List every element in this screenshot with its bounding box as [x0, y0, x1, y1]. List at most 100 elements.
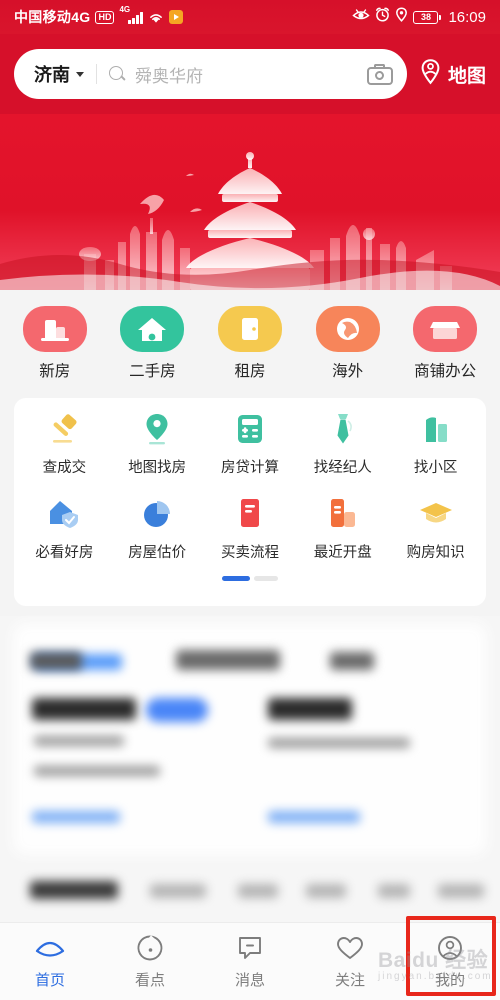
quick-menu-label: 房屋估价 — [128, 545, 187, 561]
phone-screen: 中国移动4G HD 4G 38 16:09 济南 舜奥华府 地图 新房 二手房 … — [0, 0, 500, 1000]
map-pin-icon — [138, 410, 176, 448]
feed-blur-block — [176, 650, 280, 670]
tab-label: 消息 — [234, 972, 265, 989]
status-bar-right: 38 16:09 — [352, 7, 486, 27]
community-buildings-icon — [417, 410, 455, 448]
overseas-globe-icon — [315, 306, 380, 352]
quick-menu-item-find-community[interactable]: 找小区 — [391, 410, 481, 477]
search-bar[interactable]: 济南 舜奥华府 — [14, 49, 407, 99]
quick-menu-item-find-agent[interactable]: 找经纪人 — [298, 410, 388, 477]
necktie-agent-icon — [324, 410, 362, 448]
category-new-house[interactable]: 新房 — [9, 306, 101, 381]
feed-blur-block — [268, 811, 360, 823]
pager-dot-active[interactable] — [222, 576, 250, 581]
quick-menu-item-house-valuation[interactable]: 房屋估价 — [112, 495, 202, 562]
tab-home[interactable]: 首页 — [0, 933, 100, 990]
pager-dot-inactive[interactable] — [254, 576, 278, 581]
tab-message[interactable]: 消息 — [200, 933, 300, 990]
tab-label: 我的 — [434, 972, 465, 989]
quick-menu-label: 地图找房 — [128, 460, 187, 476]
profile-icon — [435, 933, 465, 963]
wifi-icon — [148, 11, 164, 24]
divider — [96, 64, 97, 84]
rent-house-icon — [217, 306, 282, 352]
quick-menu-row-2: 必看好房 房屋估价 买卖流程 最近开盘 购房知识 — [18, 495, 482, 562]
second-hand-house-icon — [120, 306, 185, 352]
battery-indicator: 38 — [413, 10, 442, 24]
category-row: 新房 二手房 租房 海外 商铺办公 — [0, 296, 500, 390]
map-button[interactable]: 地图 — [417, 58, 486, 90]
tab-profile[interactable]: 我的 — [400, 933, 500, 990]
signal-bars-icon: 4G — [119, 5, 143, 24]
shop-office-icon — [413, 306, 478, 352]
temple-of-heaven-skyline-banner[interactable] — [0, 114, 500, 290]
bar-chart-icon — [324, 495, 362, 533]
category-shop-office[interactable]: 商铺办公 — [399, 306, 491, 381]
quick-menu-item-must-see-house[interactable]: 必看好房 — [19, 495, 109, 562]
discover-icon — [135, 933, 165, 963]
feed-blur-block — [378, 884, 410, 898]
feed-content-blurred[interactable] — [0, 616, 500, 922]
quick-menu-card: 查成交 地图找房 房贷计算 找经纪人 找小区 必看好房 房屋估价 买卖流程 最近… — [14, 398, 486, 606]
feed-blur-block — [438, 884, 484, 898]
feed-blur-block — [268, 738, 410, 748]
feed-blur-block — [146, 698, 208, 722]
clock-label: 16:09 — [448, 8, 486, 26]
quick-menu-item-deal-records[interactable]: 查成交 — [19, 410, 109, 477]
map-button-label: 地图 — [447, 65, 486, 87]
feed-blur-block — [330, 652, 374, 670]
eye-comfort-icon — [352, 8, 371, 27]
quick-menu-item-transaction-process[interactable]: 买卖流程 — [205, 495, 295, 562]
quick-menu-item-buying-knowledge[interactable]: 购房知识 — [391, 495, 481, 562]
camera-icon[interactable] — [366, 63, 393, 85]
status-bar: 中国移动4G HD 4G 38 16:09 — [0, 0, 500, 34]
feed-blur-block — [32, 811, 120, 823]
quick-menu-label: 最近开盘 — [313, 545, 372, 561]
network-type-label: 4G — [119, 5, 131, 14]
tab-discover[interactable]: 看点 — [100, 933, 200, 990]
hd-icon: HD — [95, 10, 115, 24]
chevron-down-icon[interactable] — [76, 71, 84, 77]
quick-menu-label: 房贷计算 — [220, 460, 279, 476]
city-selector-label[interactable]: 济南 — [34, 61, 70, 87]
tab-label: 关注 — [334, 972, 365, 989]
category-label: 海外 — [332, 363, 364, 380]
quick-menu-label: 买卖流程 — [220, 545, 279, 561]
heart-follow-icon — [335, 933, 365, 963]
quick-menu-label: 必看好房 — [35, 545, 94, 561]
feed-blur-block — [30, 652, 82, 670]
feed-blur-block — [238, 884, 278, 898]
quick-menu-item-recent-openings[interactable]: 最近开盘 — [298, 495, 388, 562]
category-second-hand-house[interactable]: 二手房 — [106, 306, 198, 381]
media-play-icon — [168, 10, 183, 24]
home-icon — [35, 933, 65, 963]
message-icon — [235, 933, 265, 963]
tab-follow[interactable]: 关注 — [300, 933, 400, 990]
house-shield-icon — [45, 495, 83, 533]
quick-menu-item-map-search[interactable]: 地图找房 — [112, 410, 202, 477]
alarm-clock-icon — [375, 7, 390, 27]
quick-menu-label: 找小区 — [413, 460, 458, 476]
quick-menu-pager[interactable] — [18, 576, 482, 581]
category-label: 商铺办公 — [414, 363, 477, 380]
quick-menu-label: 找经纪人 — [313, 460, 372, 476]
category-label: 新房 — [39, 363, 71, 380]
feed-blur-block — [30, 881, 118, 899]
graduation-cap-icon — [417, 495, 455, 533]
map-person-pin-icon — [417, 58, 444, 90]
search-icon — [109, 65, 126, 83]
tab-label: 看点 — [134, 972, 165, 989]
quick-menu-row-1: 查成交 地图找房 房贷计算 找经纪人 找小区 — [18, 410, 482, 477]
quick-menu-item-mortgage-calculator[interactable]: 房贷计算 — [205, 410, 295, 477]
quick-menu-label: 查成交 — [42, 460, 87, 476]
search-input[interactable]: 舜奥华府 — [135, 62, 367, 87]
category-label: 租房 — [234, 363, 266, 380]
feed-blur-block — [150, 884, 206, 898]
carrier-label: 中国移动4G — [14, 9, 91, 25]
bottom-tab-bar: 首页 看点 消息 关注 我的 — [0, 922, 500, 1000]
feed-blur-block — [34, 766, 160, 776]
feed-blur-block — [34, 736, 124, 746]
search-header: 济南 舜奥华府 地图 — [0, 34, 500, 114]
category-rent-house[interactable]: 租房 — [204, 306, 296, 381]
category-overseas[interactable]: 海外 — [302, 306, 394, 381]
